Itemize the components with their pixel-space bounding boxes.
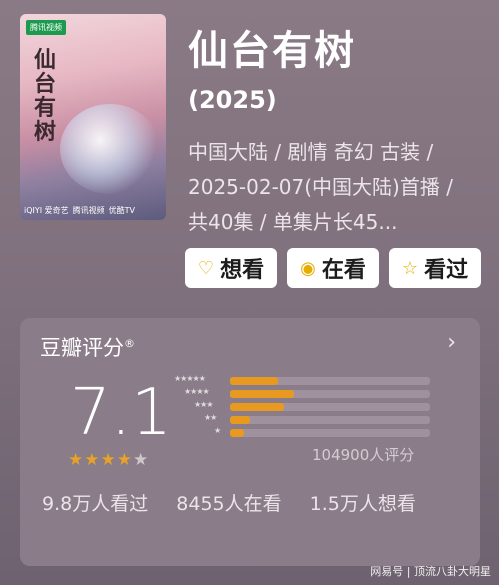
watch-stats: 9.8万人看过 8455人在看 1.5万人想看: [42, 486, 482, 522]
poster-tag: 腾讯视频: [26, 20, 66, 35]
want-to-watch-label: 想看: [220, 258, 265, 283]
poster-art: [60, 104, 160, 194]
rating-score: 7.1: [70, 376, 172, 450]
rating-count: 104900人评分: [312, 446, 415, 464]
poster-logo: iQIYI 爱奇艺: [24, 206, 69, 215]
show-meta: 中国大陆 / 剧情 奇幻 古装 / 2025-02-07(中国大陆)首播 / 共…: [188, 140, 453, 234]
histogram-bar: [230, 429, 244, 437]
histogram-track: [230, 390, 430, 398]
rating-card[interactable]: 豆瓣评分® › 7.1 ★★★★★ ★★★★★ ★★★★ ★★★ ★★ ★ 104900…: [20, 318, 480, 566]
star-rating: ★★★★★: [68, 450, 149, 470]
histogram-track: [230, 377, 430, 385]
watched-button[interactable]: ☆ 看过: [389, 248, 481, 288]
watching-label: 在看: [321, 258, 366, 283]
poster-calligraphy: 仙台有树: [34, 47, 57, 145]
half-star-icon: ★: [116, 450, 133, 470]
watching-button[interactable]: ◉ 在看: [287, 248, 379, 288]
poster-logo: 腾讯视频: [72, 206, 105, 215]
want-to-watch-button[interactable]: ♡ 想看: [185, 248, 277, 288]
rating-title: 豆瓣评分®: [40, 336, 135, 360]
histogram-bar: [230, 377, 278, 385]
circle-dot-icon: ◉: [300, 257, 316, 279]
heart-plus-icon: ♡: [197, 257, 215, 279]
histogram-bar: [230, 416, 250, 424]
star-outline-icon: ☆: [401, 257, 419, 279]
watching-count: 8455人在看: [176, 493, 282, 515]
histogram-track: [230, 416, 430, 424]
histogram-track: [230, 403, 430, 411]
chevron-right-icon[interactable]: ›: [447, 330, 456, 355]
star-icon: ★★★: [68, 450, 117, 470]
watermark: 网易号 | 顶流八卦大明星: [370, 565, 491, 578]
watched-label: 看过: [424, 258, 469, 283]
histogram-bar: [230, 403, 284, 411]
poster-image[interactable]: 腾讯视频 仙台有树 iQIYI 爱奇艺 腾讯视频 优酷TV: [20, 14, 166, 220]
show-title: 仙台有树: [188, 28, 356, 74]
empty-star-icon: ★: [132, 450, 150, 470]
watched-count: 9.8万人看过: [42, 493, 149, 515]
histogram-track: [230, 429, 430, 437]
histogram-bar: [230, 390, 294, 398]
poster-logos: iQIYI 爱奇艺 腾讯视频 优酷TV: [24, 205, 162, 216]
poster-logo: 优酷TV: [108, 206, 136, 215]
show-year: (2025): [188, 86, 277, 114]
want-count: 1.5万人想看: [309, 493, 416, 515]
